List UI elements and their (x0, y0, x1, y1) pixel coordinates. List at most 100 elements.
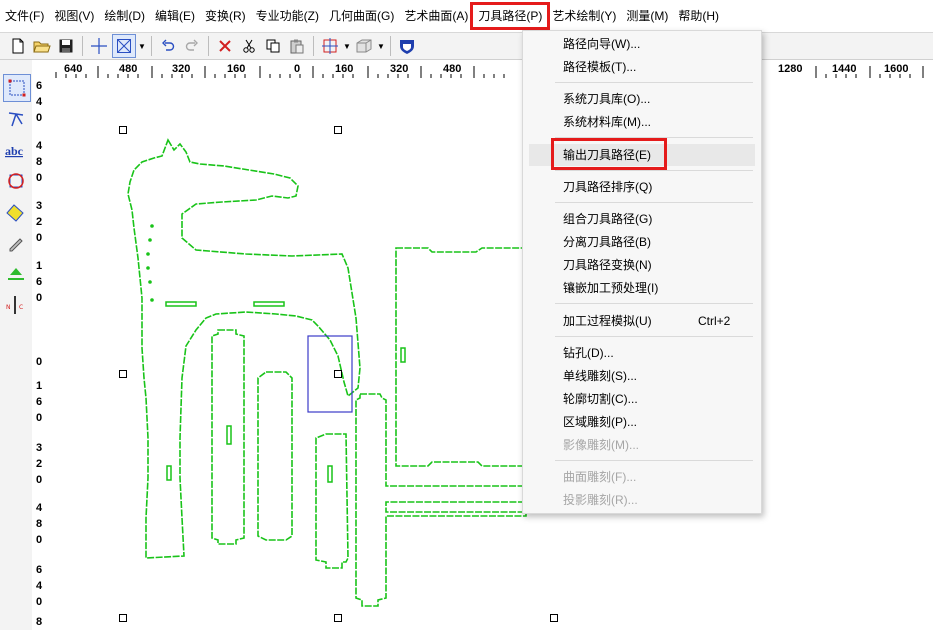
redo-icon[interactable] (181, 35, 203, 57)
drawing-canvas[interactable] (46, 78, 933, 630)
menu-item-label: 区域雕刻(P)... (563, 415, 637, 429)
new-file-icon[interactable] (7, 35, 29, 57)
svg-text:abc: abc (5, 144, 24, 158)
menu-item-single-line-engrave[interactable]: 单线雕刻(S)... (523, 365, 761, 387)
paste-icon[interactable] (286, 35, 308, 57)
menu-art-surface[interactable]: 艺术曲面(A) (399, 5, 473, 27)
menu-geometric-surface[interactable]: 几何曲面(G) (324, 5, 399, 27)
chevron-down-icon[interactable]: ▼ (342, 35, 352, 57)
selection-handle[interactable] (119, 370, 127, 378)
menu-item-area-engrave[interactable]: 区域雕刻(P)... (523, 411, 761, 433)
shape-bar-1 (211, 329, 245, 545)
diamond-icon[interactable] (3, 200, 29, 226)
slot (166, 465, 172, 481)
menu-separator (555, 460, 753, 461)
ruler-label: 0 (35, 112, 43, 124)
ruler-label: 480 (443, 63, 462, 75)
measure-icon[interactable]: NC (3, 292, 29, 318)
shape-bar-2 (257, 371, 293, 541)
ruler-label: 640 (64, 63, 83, 75)
align-icon[interactable] (319, 35, 341, 57)
menu-item-tool-library[interactable]: 系统刀具库(O)... (523, 88, 761, 110)
selection-handle[interactable] (550, 614, 558, 622)
undo-icon[interactable] (157, 35, 179, 57)
ruler-label: 0 (294, 63, 301, 75)
shape-panel (395, 247, 525, 467)
cut-icon[interactable] (238, 35, 260, 57)
menu-item-simulation[interactable]: 加工过程模拟(U) Ctrl+2 (523, 310, 761, 332)
selection-rect (307, 335, 353, 413)
ruler-label: 0 (35, 534, 43, 546)
menu-file[interactable]: 文件(F) (0, 5, 49, 27)
selection-handle[interactable] (334, 614, 342, 622)
menu-item-label: 投影雕刻(R)... (563, 493, 638, 507)
menu-item-label: 曲面雕刻(F)... (563, 470, 637, 484)
menu-item-label: 刀具路径排序(Q) (563, 180, 653, 194)
menu-item-drill[interactable]: 钻孔(D)... (523, 342, 761, 364)
ruler-label: 2 (35, 458, 43, 470)
menu-item-inlay-preprocess[interactable]: 镶嵌加工预处理(I) (523, 277, 761, 299)
menu-view[interactable]: 视图(V) (49, 5, 99, 27)
save-icon[interactable] (55, 35, 77, 57)
menu-item-label: 路径模板(T)... (563, 60, 637, 74)
slot (400, 347, 406, 363)
menu-item-surface-engrave: 曲面雕刻(F)... (523, 466, 761, 488)
open-folder-icon[interactable] (31, 35, 53, 57)
ruler-label: 0 (35, 232, 43, 244)
crosshair-icon[interactable] (88, 35, 110, 57)
shield-icon[interactable] (396, 35, 418, 57)
delete-icon[interactable] (214, 35, 236, 57)
menu-pro-functions[interactable]: 专业功能(Z) (251, 5, 324, 27)
menu-draw[interactable]: 绘制(D) (99, 5, 150, 27)
ruler-label: 4 (35, 140, 43, 152)
menu-item-toolpath-sort[interactable]: 刀具路径排序(Q) (523, 176, 761, 198)
menu-edit[interactable]: 编辑(E) (150, 5, 200, 27)
pick-icon[interactable] (3, 106, 29, 132)
select-box-icon[interactable] (112, 34, 136, 58)
chevron-down-icon[interactable]: ▼ (376, 35, 386, 57)
ruler-label: 0 (35, 356, 43, 368)
menu-item-combine-toolpath[interactable]: 组合刀具路径(G) (523, 208, 761, 230)
view-3d-icon[interactable] (353, 35, 375, 57)
menu-item-path-template[interactable]: 路径模板(T)... (523, 56, 761, 78)
menu-item-label: 加工过程模拟(U) (563, 314, 652, 328)
menu-separator (555, 303, 753, 304)
copy-icon[interactable] (262, 35, 284, 57)
menu-item-transform-toolpath[interactable]: 刀具路径变换(N) (523, 254, 761, 276)
ruler-label: 6 (35, 396, 43, 408)
menu-item-material-library[interactable]: 系统材料库(M)... (523, 111, 761, 133)
node-edit-icon[interactable] (3, 74, 31, 102)
selection-handle[interactable] (119, 614, 127, 622)
toolbar: ▼ ▼ ▼ (0, 32, 933, 60)
chevron-down-icon[interactable]: ▼ (137, 35, 147, 57)
slot (253, 301, 285, 307)
text-icon[interactable]: abc (3, 138, 29, 164)
menu-item-projection-engrave: 投影雕刻(R)... (523, 489, 761, 511)
selection-handle[interactable] (119, 126, 127, 134)
ruler-label: 1280 (778, 63, 803, 75)
menu-toolpath[interactable]: 刀具路径(P) (470, 2, 551, 30)
toolbar-separator (390, 36, 391, 56)
ruler-label: 320 (390, 63, 409, 75)
ruler-label: 0 (35, 292, 43, 304)
fill-icon[interactable] (3, 260, 29, 286)
ruler-label: 0 (35, 474, 43, 486)
pen-icon[interactable] (3, 230, 29, 256)
selection-handle[interactable] (334, 370, 342, 378)
menu-measure[interactable]: 测量(M) (621, 5, 673, 27)
menu-item-label: 系统材料库(M)... (563, 115, 651, 129)
menu-transform[interactable]: 变换(R) (200, 5, 251, 27)
menu-item-contour-cut[interactable]: 轮廓切割(C)... (523, 388, 761, 410)
menu-help[interactable]: 帮助(H) (673, 5, 724, 27)
vector-drawing (127, 138, 527, 607)
menu-art-drawing[interactable]: 艺术绘制(Y) (547, 5, 621, 27)
ruler-label: 1600 (884, 63, 909, 75)
ruler-label: 3 (35, 442, 43, 454)
shape-bar-3 (355, 393, 527, 607)
menu-item-path-wizard[interactable]: 路径向导(W)... (523, 33, 761, 55)
circle-rect-icon[interactable] (3, 168, 29, 194)
menu-item-split-toolpath[interactable]: 分离刀具路径(B) (523, 231, 761, 253)
selection-handle[interactable] (334, 126, 342, 134)
ruler-label: 4 (35, 502, 43, 514)
menu-item-label: 路径向导(W)... (563, 37, 641, 51)
